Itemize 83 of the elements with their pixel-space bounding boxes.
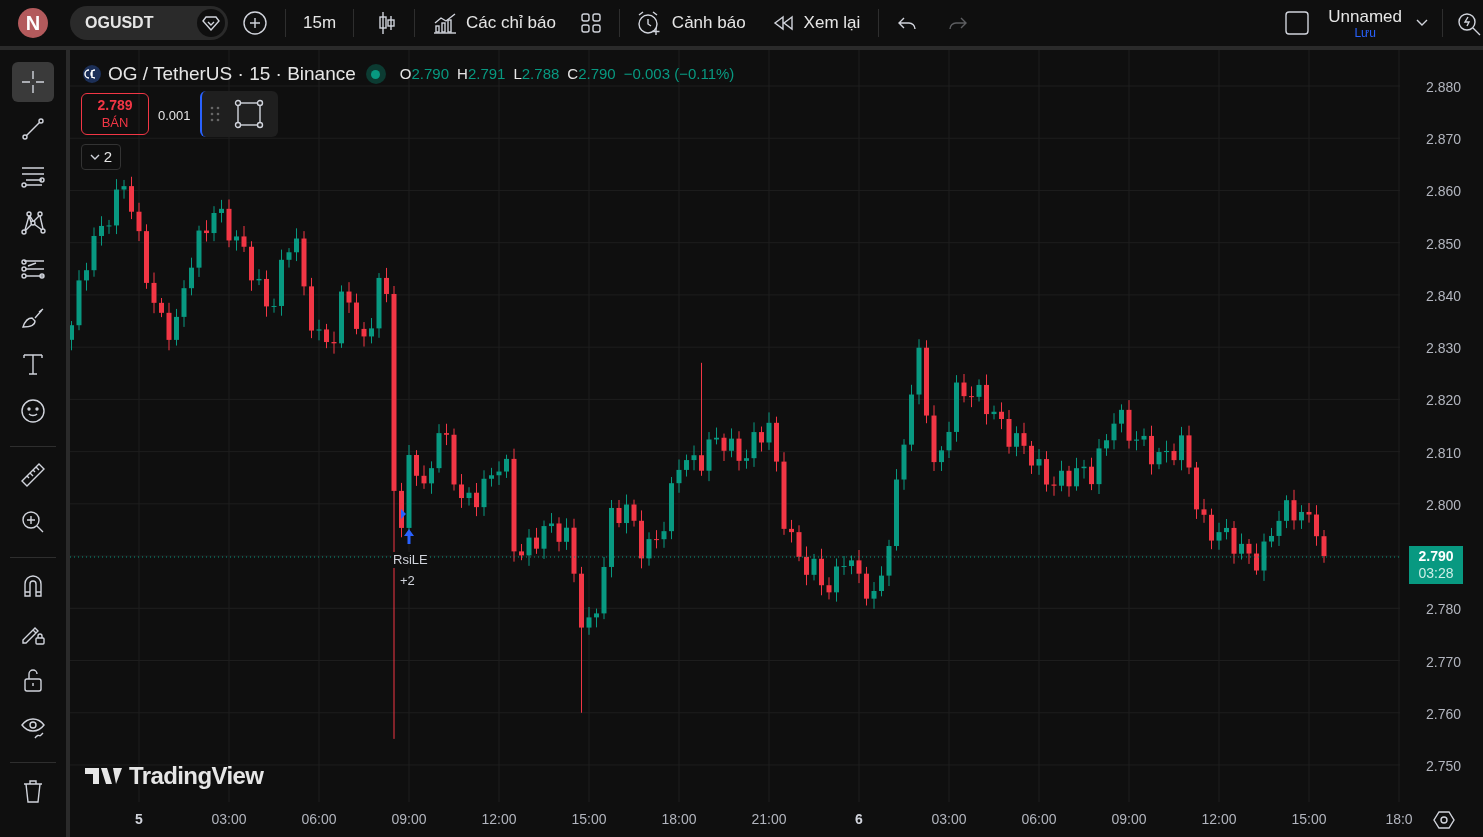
time-label: 15:00 <box>570 810 608 829</box>
price-label: 2.830 <box>1425 339 1461 359</box>
tradingview-logo-icon <box>85 766 123 786</box>
time-label: 06:00 <box>1020 810 1058 829</box>
price-label: 2.810 <box>1425 443 1461 463</box>
time-label: 21:00 <box>750 810 788 829</box>
market-status-icon <box>365 64 386 85</box>
price-label: 2.760 <box>1425 704 1461 724</box>
undo-icon <box>897 15 918 31</box>
settings-icon <box>1433 809 1455 830</box>
price-label: 2.780 <box>1425 600 1461 620</box>
ohlc-value: L2.788 <box>513 64 560 84</box>
plus-circle-icon <box>242 10 268 36</box>
price-label: 2.820 <box>1425 391 1461 411</box>
brand-name: TradingView <box>129 761 264 791</box>
time-label: 12:00 <box>1200 810 1238 829</box>
time-label: 03:00 <box>210 810 248 829</box>
candles-icon <box>377 10 398 36</box>
chart-type-button[interactable] <box>377 10 398 36</box>
quick-search-button[interactable] <box>1457 10 1481 36</box>
price-label: 2.870 <box>1425 130 1461 150</box>
layout-name[interactable]: Unnamed <box>1328 7 1402 25</box>
signal-count: +2 <box>400 572 415 590</box>
price-label: 2.770 <box>1425 652 1461 672</box>
price-label: 2.860 <box>1425 182 1461 202</box>
rectangle-tool-icon <box>234 99 264 129</box>
bar-chart-icon <box>432 11 459 35</box>
quantity-label: 0.001 <box>158 107 191 125</box>
pattern-icon <box>20 210 46 236</box>
ohlc-value: C2.790 <box>567 64 616 84</box>
indicators-toggle-button[interactable]: 2 <box>81 144 121 170</box>
zoom-in-icon <box>20 509 46 535</box>
ohlc-value: H2.791 <box>457 64 506 84</box>
crosshair-icon <box>20 69 46 95</box>
interval-button[interactable]: 15m <box>303 10 337 36</box>
ruler-icon <box>20 462 46 488</box>
coin-logo-icon <box>82 64 102 85</box>
symbol-search-button[interactable]: OGUSDT <box>70 6 228 40</box>
signal-arrow-icon <box>404 529 414 544</box>
price-label: 2.840 <box>1425 286 1461 306</box>
search-icon <box>1457 10 1481 36</box>
templates-button[interactable] <box>579 12 602 34</box>
price-label: 2.750 <box>1425 757 1461 776</box>
ohlc-value: O2.790 <box>399 64 450 84</box>
symbol-title: OG / TetherUS · 15 · Binance <box>108 62 356 86</box>
avatar[interactable]: N <box>18 8 48 38</box>
rewind-icon <box>771 14 794 32</box>
save-link[interactable]: Lưu <box>1354 26 1376 39</box>
time-label: 09:00 <box>1110 810 1148 829</box>
time-label: 18:00 <box>660 810 698 829</box>
time-label: 12:00 <box>480 810 518 829</box>
price-change: −0.003 (−0.11%) <box>623 64 735 84</box>
time-label: 18:0 <box>1384 810 1414 829</box>
time-label: 03:00 <box>930 810 968 829</box>
chevron-down-icon <box>1416 19 1428 27</box>
sell-button[interactable]: 2.789 BÁN <box>81 93 149 135</box>
chevron-down-icon <box>89 153 100 161</box>
diamond-icon <box>202 15 220 31</box>
drag-handle-icon <box>210 105 220 123</box>
price-label: 2.800 <box>1425 495 1461 515</box>
signal-label: RsiLE <box>392 552 429 568</box>
time-label: 06:00 <box>300 810 338 829</box>
grid-icon <box>579 12 602 34</box>
price-label: 2.850 <box>1425 234 1461 254</box>
time-label: 6 <box>854 810 864 829</box>
smiley-icon <box>20 398 46 424</box>
marker-triangle-icon <box>401 509 406 519</box>
indicators-button[interactable]: Các chỉ báo <box>432 10 556 36</box>
text-icon <box>20 351 46 377</box>
alerts-button[interactable]: Cảnh báo <box>635 10 746 36</box>
price-label: 2.880 <box>1425 78 1461 97</box>
crosshair-tool-button[interactable] <box>12 62 54 102</box>
replay-button[interactable]: Xem lại <box>771 10 861 36</box>
alarm-clock-icon <box>635 10 662 36</box>
last-price-badge: 2.790 03:28 <box>1409 546 1463 585</box>
line-tool-icon <box>20 116 46 142</box>
add-symbol-button[interactable] <box>242 10 268 36</box>
layout-button[interactable] <box>1284 10 1311 36</box>
time-label: 5 <box>134 810 144 829</box>
time-label: 09:00 <box>390 810 428 829</box>
square-icon <box>1284 10 1311 36</box>
layout-menu-button[interactable] <box>1416 19 1428 27</box>
time-label: 15:00 <box>1290 810 1328 829</box>
